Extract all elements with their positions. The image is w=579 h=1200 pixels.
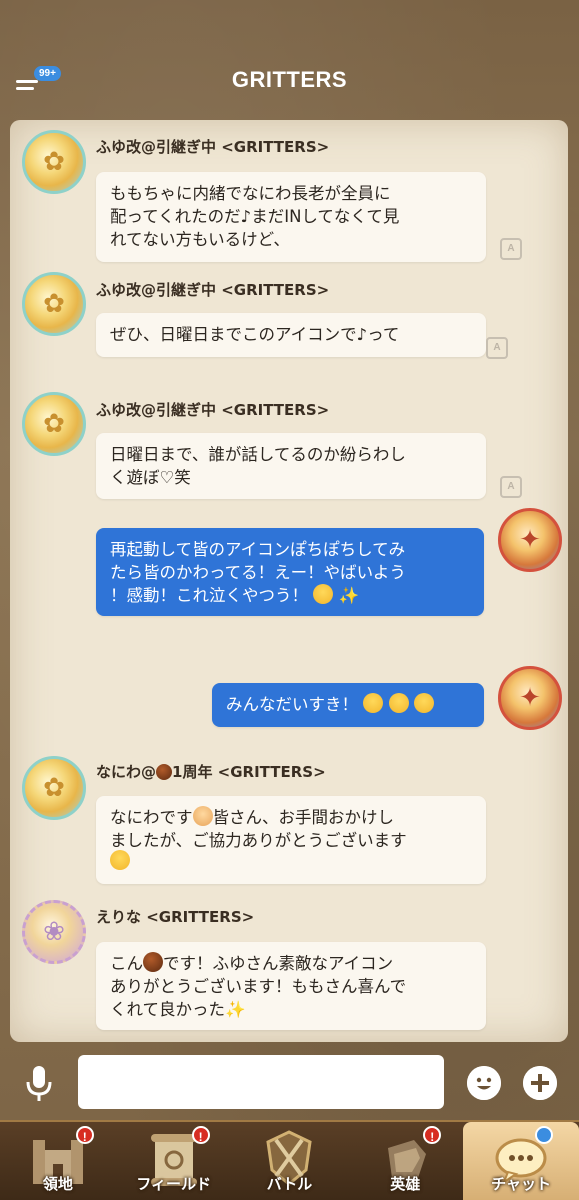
crying-emoji-icon <box>413 693 434 713</box>
message-username: ふゆ改@引継ぎ中 <GRITTERS> <box>96 401 330 419</box>
partying-face-emoji-icon <box>110 850 130 870</box>
sparkles-emoji-icon: ✨ <box>225 1000 246 1019</box>
message-bubble[interactable]: ぜひ、日曜日までこのアイコンで♪って <box>96 313 486 357</box>
nav-alert-badge: ! <box>423 1126 442 1144</box>
message-bubble[interactable]: ももちゃに内緒でなにわ長老が全員に 配ってくれたのだ♪まだINしてなくて見 れて… <box>96 172 486 262</box>
message-text: なにわです <box>110 808 193 827</box>
nav-tab-field[interactable]: ! フィールド <box>116 1122 232 1200</box>
avatar[interactable]: ❀ <box>22 900 86 964</box>
message-text: 皆さん、お手間おかけし <box>212 808 395 827</box>
message-text: です！ふゆさん素敵なアイコン <box>163 954 394 973</box>
nav-label: チャット <box>491 1175 552 1193</box>
avatar[interactable]: ✿ <box>22 756 86 820</box>
nav-label: バトル <box>266 1175 313 1193</box>
smiley-icon <box>467 1066 501 1100</box>
message-text-line: ！感動！これ泣くやつう！ ✨ <box>110 582 470 609</box>
sparkles-emoji-icon: ✨ <box>338 586 360 605</box>
translate-icon[interactable]: A <box>486 337 508 359</box>
username-text: なにわ@ <box>96 763 157 781</box>
message-username: なにわ@ 1周年 <GRITTERS> <box>96 761 326 782</box>
message-text: くれて良かった <box>110 1000 226 1019</box>
nav-label: 英雄 <box>390 1175 421 1193</box>
avatar[interactable]: ✿ <box>22 272 86 336</box>
bottom-navigation: ! 領地 ! フィールド バトル ! 英雄 チャット <box>0 1120 579 1200</box>
nav-alert-badge: ! <box>75 1126 94 1144</box>
unread-badge: 99+ <box>34 66 61 81</box>
chat-header: 99+ GRITTERS <box>0 0 579 118</box>
message-text-line: れてない方もいるけど、 <box>110 230 290 249</box>
emoji-button[interactable] <box>467 1066 501 1100</box>
menu-button[interactable]: 99+ <box>14 66 61 94</box>
message-text: こん <box>110 954 143 973</box>
message-bubble[interactable]: 日曜日まで、誰が話してるのか紛らわし く遊ぼ♡笑 <box>96 433 486 499</box>
translate-icon[interactable]: A <box>500 238 522 260</box>
acorn-icon <box>143 952 163 972</box>
nav-tab-heroes[interactable]: ! 英雄 <box>347 1122 463 1200</box>
nav-label: フィールド <box>136 1175 212 1193</box>
nav-tab-territory[interactable]: ! 領地 <box>0 1122 116 1200</box>
nav-notification-dot <box>534 1126 553 1144</box>
message-username: ふゆ改@引継ぎ中 <GRITTERS> <box>96 281 330 299</box>
own-avatar[interactable]: ✦ <box>498 666 562 730</box>
message-bubble[interactable]: なにわです 皆さん、お手間おかけし ましたが、ご協力ありがとうございます <box>96 796 486 884</box>
message-bubble[interactable]: こん です！ふゆさん素敵なアイコン ありがとうございます！ももさん喜んで くれて良… <box>96 942 486 1030</box>
menu-icon <box>16 80 38 83</box>
avatar[interactable]: ✿ <box>22 392 86 456</box>
nav-tab-battle[interactable]: バトル <box>232 1122 348 1200</box>
message-text-line: ぜひ、日曜日までこのアイコンで♪って <box>110 325 400 344</box>
microphone-icon[interactable] <box>22 1064 56 1104</box>
message-username: えりな <GRITTERS> <box>96 908 255 926</box>
message-text: ！感動！これ泣くやつう！ <box>110 586 308 605</box>
crying-emoji-icon <box>363 693 384 713</box>
own-avatar[interactable]: ✦ <box>498 508 562 572</box>
crying-emoji-icon <box>313 584 334 604</box>
message-text-line: く遊ぼ♡笑 <box>110 468 191 487</box>
channel-title: GRITTERS <box>231 67 348 92</box>
own-message-bubble[interactable]: みんなだいすき！ <box>212 683 484 727</box>
chat-message-input[interactable] <box>78 1055 444 1109</box>
plus-icon <box>523 1066 557 1100</box>
nav-alert-badge: ! <box>191 1126 210 1144</box>
acorn-icon <box>156 764 173 780</box>
message-text-line: くれて良かった✨ <box>110 996 472 1023</box>
older-person-emoji-icon <box>192 806 213 826</box>
nav-tab-chat[interactable]: チャット <box>463 1122 579 1200</box>
crying-emoji-icon <box>388 693 409 713</box>
chat-input-bar <box>0 1044 579 1120</box>
plus-button[interactable] <box>523 1066 557 1100</box>
message-username: ふゆ改@引継ぎ中 <GRITTERS> <box>96 138 330 156</box>
own-message-bubble[interactable]: 再起動して皆のアイコンぽちぽちしてみ たら皆のかわってる！えー！やばいよう ！感… <box>96 528 484 616</box>
avatar[interactable]: ✿ <box>22 130 86 194</box>
nav-label: 領地 <box>42 1175 73 1193</box>
message-text: みんなだいすき！ <box>226 695 358 714</box>
translate-icon[interactable]: A <box>500 476 522 498</box>
username-text: 1周年 <GRITTERS> <box>172 763 326 781</box>
chat-message-list[interactable]: ✿ ふゆ改@引継ぎ中 <GRITTERS> ももちゃに内緒でなにわ長老が全員に … <box>10 120 568 1042</box>
